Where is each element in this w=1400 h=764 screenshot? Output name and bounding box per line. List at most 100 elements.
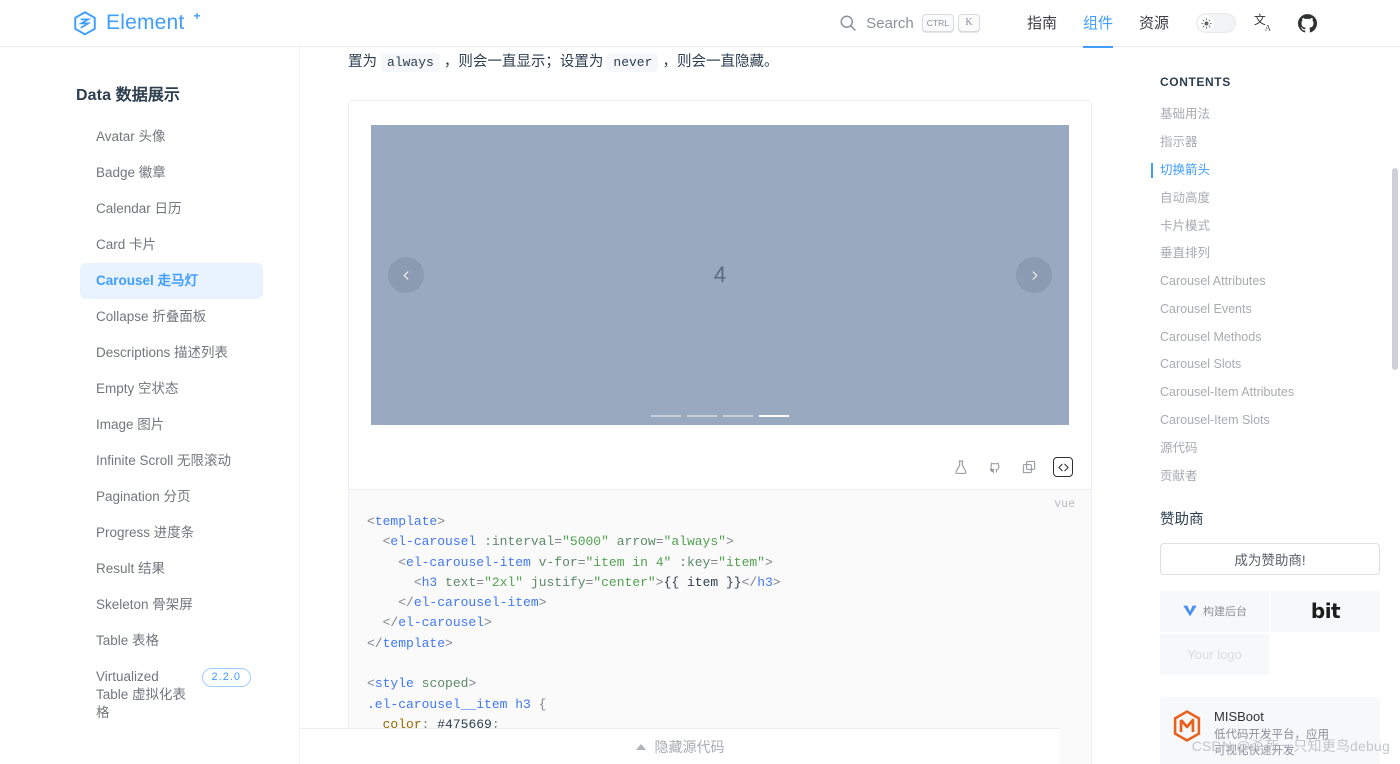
playground-icon[interactable] [951, 457, 971, 477]
sidebar-item-empty[interactable]: Empty 空状态 [80, 371, 263, 407]
sidebar-item-label: Card 卡片 [96, 237, 157, 252]
nav-item-resources[interactable]: 资源 [1126, 0, 1182, 47]
demo-block: 4 vue <template> <el-carousel:interval=… [348, 100, 1092, 764]
sidebar-item-label: Virtualized Table 虚拟化表格 [96, 669, 187, 720]
sidebar-item-carousel[interactable]: Carousel 走马灯 [80, 263, 263, 299]
sidebar-item-label: Descriptions 描述列表 [96, 345, 229, 360]
sidebar-item-label: Pagination 分页 [96, 489, 191, 504]
code-block[interactable]: <template> <el-carousel :interval="5000"… [349, 512, 1091, 764]
sponsor-logo-vform[interactable]: 构建后台 [1160, 590, 1269, 632]
toc-item-carousel-item-slots[interactable]: Carousel-Item Slots [1140, 407, 1400, 435]
source-code-area: vue <template> <el-carousel :interval="5… [349, 489, 1091, 764]
demo-actions-toolbar [349, 445, 1091, 489]
sidebar-list: Avatar 头像 Badge 徽章 Calendar 日历 Card 卡片 C… [0, 119, 299, 731]
sidebar-item-image[interactable]: Image 图片 [80, 407, 263, 443]
theme-toggle[interactable] [1196, 13, 1236, 33]
chevron-right-icon [1032, 270, 1037, 280]
vform-v-icon [1183, 606, 1197, 617]
sponsor-logo-label: 构建后台 [1203, 606, 1247, 619]
sidebar-item-avatar[interactable]: Avatar 头像 [80, 119, 263, 155]
toggle-source-label: 隐藏源代码 [654, 738, 725, 755]
become-sponsor-button[interactable]: 成为赞助商! [1160, 542, 1380, 575]
sidebar-item-label: Avatar 头像 [96, 129, 166, 144]
angle-brackets-icon [1057, 463, 1069, 471]
carousel-indicator-2[interactable] [687, 415, 717, 417]
github-icon[interactable] [985, 457, 1005, 477]
copy-icon[interactable] [1019, 457, 1039, 477]
page-scrollbar-track[interactable] [1392, 47, 1400, 764]
sidebar-item-badge[interactable]: Badge 徽章 [80, 155, 263, 191]
sidebar-item-skeleton[interactable]: Skeleton 骨架屏 [80, 587, 263, 623]
toc-item-auto-height[interactable]: 自动高度 [1140, 184, 1400, 212]
carousel: 4 [371, 125, 1069, 425]
sidebar-item-label: Skeleton 骨架屏 [96, 597, 193, 612]
toc-item-switch-arrow[interactable]: 切换箭头 [1140, 157, 1400, 185]
toc-list: 基础用法 指示器 切换箭头 自动高度 卡片模式 垂直排列 Carousel At… [1140, 101, 1400, 490]
sidebar-item-calendar[interactable]: Calendar 日历 [80, 191, 263, 227]
sidebar-item-table[interactable]: Table 表格 [80, 623, 263, 659]
sidebar-title: Data 数据展示 [76, 87, 181, 104]
sidebar-item-descriptions[interactable]: Descriptions 描述列表 [80, 335, 263, 371]
sidebar-item-result[interactable]: Result 结果 [80, 551, 263, 587]
sidebar-item-infinite-scroll[interactable]: Infinite Scroll 无限滚动 [80, 443, 263, 479]
sidebar-item-label: Infinite Scroll 无限滚动 [96, 453, 232, 468]
sidebar-item-virtualized-table[interactable]: Virtualized Table 虚拟化表格 2.2.0 [80, 659, 263, 731]
sponsor-logo-label: Your logo [1187, 646, 1242, 662]
element-hexagon-icon [74, 11, 96, 36]
page-scrollbar-thumb[interactable] [1392, 168, 1398, 370]
toc-heading: CONTENTS [1160, 75, 1231, 89]
sponsor-logo-bit[interactable]: bit [1271, 590, 1380, 632]
sidebar-item-progress[interactable]: Progress 进度条 [80, 515, 263, 551]
toc-item-contributors[interactable]: 贡献者 [1140, 462, 1400, 490]
toc-item-carousel-item-attributes[interactable]: Carousel-Item Attributes [1140, 379, 1400, 407]
sidebar-item-label: Badge 徽章 [96, 165, 166, 180]
sidebar: Data 数据展示 Avatar 头像 Badge 徽章 Calendar 日历… [0, 47, 300, 764]
caret-up-icon [635, 743, 646, 750]
language-switch-button[interactable]: 文 A [1249, 8, 1279, 38]
toc-item-carousel-slots[interactable]: Carousel Slots [1140, 351, 1400, 379]
search-button[interactable]: Search CTRL K [832, 10, 986, 36]
toc-item-basic-usage[interactable]: 基础用法 [1140, 101, 1400, 129]
copy-duplicate-icon [1022, 460, 1036, 474]
code-language-tag: vue [1054, 498, 1075, 511]
sidebar-item-collapse[interactable]: Collapse 折叠面板 [80, 299, 263, 335]
toc-item-indicator[interactable]: 指示器 [1140, 129, 1400, 157]
sidebar-item-label: Calendar 日历 [96, 201, 182, 216]
inline-code-always: always [381, 53, 440, 72]
carousel-prev-arrow[interactable] [388, 257, 424, 293]
watermark-text: CSDN @杀死一只知更鸟debug [1191, 738, 1390, 754]
sun-icon [1200, 17, 1212, 29]
toc-item-carousel-methods[interactable]: Carousel Methods [1140, 323, 1400, 351]
main-nav: 指南 组件 资源 [1014, 0, 1182, 48]
toc-item-card-mode[interactable]: 卡片模式 [1140, 212, 1400, 240]
app-header: Element + Search CTRL K 指南 组件 资源 文 A [0, 0, 1400, 48]
github-cat-icon [989, 462, 1000, 474]
sponsor-logo-placeholder[interactable]: Your logo [1160, 633, 1269, 675]
carousel-indicator-4[interactable] [759, 415, 789, 417]
toc-item-vertical[interactable]: 垂直排列 [1140, 240, 1400, 268]
flask-icon [955, 460, 967, 474]
svg-text:A: A [1265, 23, 1271, 32]
theme-toggle-knob [1198, 15, 1214, 31]
github-link-button[interactable] [1292, 8, 1322, 38]
sponsor-heading: 赞助商 [1160, 511, 1204, 528]
sponsor-logo-grid: 构建后台 bit Your logo [1160, 590, 1380, 675]
carousel-slide-text: 4 [713, 262, 727, 287]
sidebar-item-label: Progress 进度条 [96, 525, 195, 540]
search-shortcut: CTRL K [921, 14, 980, 32]
toggle-source-button[interactable]: 隐藏源代码 [300, 728, 1060, 764]
toc-item-source-code[interactable]: 源代码 [1140, 434, 1400, 462]
code-icon[interactable] [1053, 457, 1073, 477]
inline-code-never: never [607, 53, 659, 72]
header-right-group: Search CTRL K 指南 组件 资源 文 A [832, 0, 1322, 48]
carousel-next-arrow[interactable] [1016, 257, 1052, 293]
toc-item-carousel-attributes[interactable]: Carousel Attributes [1140, 268, 1400, 296]
sidebar-item-pagination[interactable]: Pagination 分页 [80, 479, 263, 515]
nav-item-components[interactable]: 组件 [1070, 0, 1126, 48]
carousel-indicator-1[interactable] [651, 415, 681, 417]
toc-item-carousel-events[interactable]: Carousel Events [1140, 295, 1400, 323]
sidebar-item-card[interactable]: Card 卡片 [80, 227, 263, 263]
brand-logo[interactable]: Element + [72, 9, 200, 36]
nav-item-guide[interactable]: 指南 [1014, 0, 1070, 47]
carousel-indicator-3[interactable] [723, 415, 753, 417]
